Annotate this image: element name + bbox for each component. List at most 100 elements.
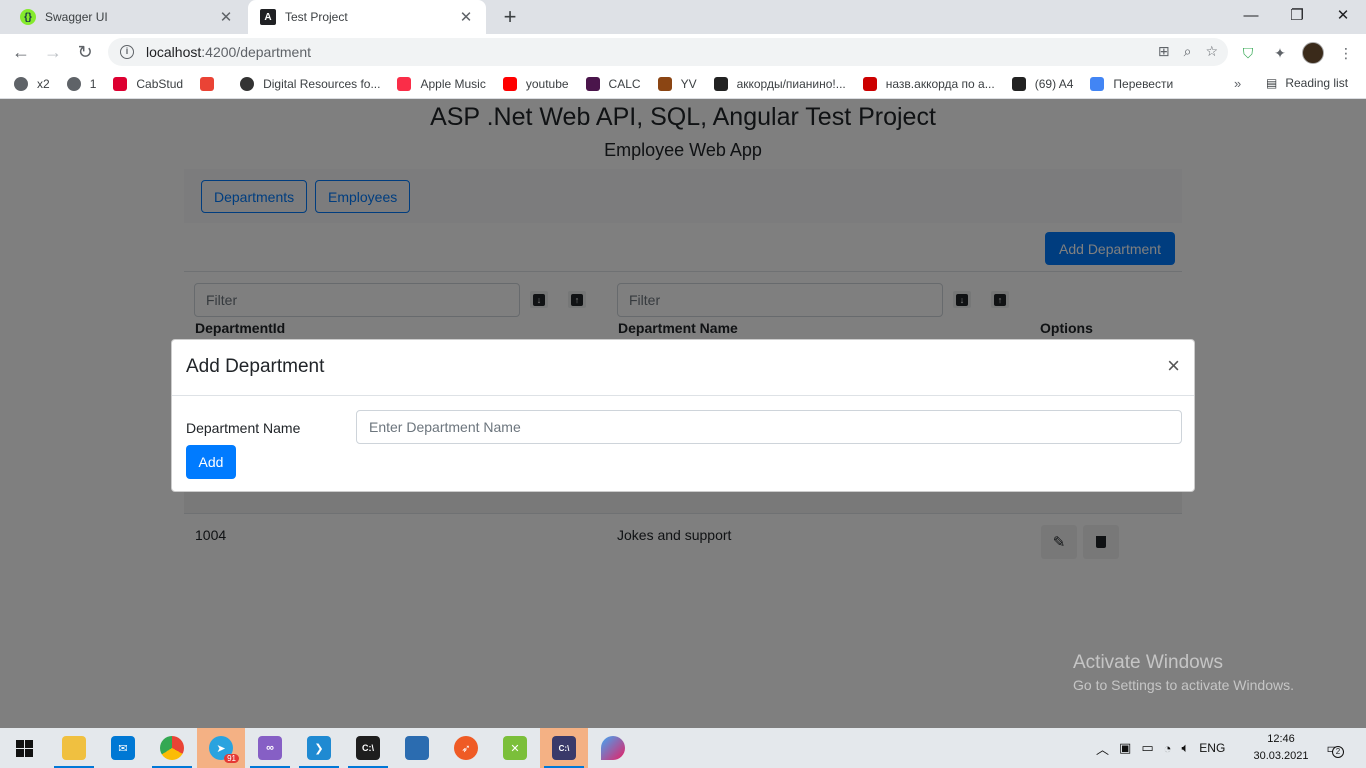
address-bar[interactable]: i localhost:4200/department ⊞ ⌕ ☆ (108, 38, 1228, 66)
bookmark-label: назв.аккорда по а... (885, 77, 995, 91)
bible-icon (657, 77, 672, 91)
close-window-button[interactable]: ✕ (1320, 0, 1366, 30)
zoom-icon[interactable]: ⌕ (1184, 43, 1192, 60)
modal-header: Add Department × (172, 340, 1194, 396)
bookmark-label: YV (680, 77, 697, 91)
chord-icon (862, 77, 877, 91)
close-tab-icon[interactable]: ✕ (458, 8, 474, 26)
bookmark-item[interactable]: назв.аккорда по а... (862, 77, 995, 91)
wifi-icon[interactable]: ◔ (1164, 741, 1172, 756)
taskbar-tool[interactable]: ✕ (491, 728, 539, 768)
bookmark-item[interactable]: Apple Music (397, 77, 486, 91)
bookmark-star-icon[interactable]: ☆ (1205, 43, 1218, 60)
barcode-icon (1011, 77, 1026, 91)
reload-icon[interactable]: ↻ (72, 40, 98, 64)
minimize-button[interactable]: — (1228, 0, 1274, 30)
bookmark-item[interactable]: Digital Resources fo... (240, 77, 380, 91)
bookmark-item[interactable]: youtube (502, 77, 569, 91)
music-icon (397, 77, 412, 91)
tab-strip: {} Swagger UI ✕ A Test Project ✕ + — ❐ ✕ (0, 0, 1366, 34)
bookmark-label: x2 (37, 77, 50, 91)
clock-date: 30.03.2021 (1253, 750, 1309, 762)
forward-icon[interactable]: → (40, 40, 66, 64)
paint-icon (601, 736, 625, 760)
terminal-icon: C:\ (356, 736, 380, 760)
bookmarks-bar: x2 1 CabStud Digital Resources fo... Apple M… (0, 70, 1366, 98)
taskbar-mail[interactable]: ✉ (99, 728, 147, 768)
folder-icon (62, 736, 86, 760)
slack-icon (585, 77, 600, 91)
menu-dots-icon[interactable]: ⋮ (1336, 43, 1356, 63)
taskbar-paint[interactable] (589, 728, 637, 768)
taskbar-console-app[interactable]: C:\ (540, 728, 588, 768)
visual-studio-icon: ∞ (258, 736, 282, 760)
add-button[interactable]: Add (186, 445, 236, 479)
globe-icon (66, 77, 81, 91)
piano-icon (713, 77, 728, 91)
bookmark-item[interactable]: Перевести (1090, 77, 1173, 91)
app-icon (405, 736, 429, 760)
page-content: ASP .Net Web API, SQL, Angular Test Proj… (0, 99, 1366, 728)
system-tray: ︿ ▣ ▭ ◔ 🔈︎ ENG (1096, 728, 1225, 768)
close-icon[interactable]: × (1167, 355, 1180, 377)
bookmark-item[interactable] (200, 77, 223, 91)
angular-icon: A (260, 9, 276, 25)
tab-swagger-ui[interactable]: {} Swagger UI ✕ (8, 0, 246, 34)
profile-avatar[interactable] (1302, 42, 1324, 64)
globe-icon (14, 77, 28, 91)
modal-title: Add Department (186, 356, 325, 377)
activate-windows-text: Go to Settings to activate Windows. (1073, 677, 1294, 693)
bookmark-label: CALC (608, 77, 641, 91)
clock-time: 12:46 (1267, 733, 1295, 745)
tab-title: Test Project (285, 10, 348, 24)
taskbar-terminal[interactable]: C:\ (344, 728, 392, 768)
bookmark-item[interactable]: YV (657, 77, 697, 91)
browser-toolbar: ← → ↻ i localhost:4200/department ⊞ ⌕ ☆ … (0, 34, 1366, 70)
bookmark-item[interactable]: (69) A4 (1011, 77, 1073, 91)
new-tab-button[interactable]: + (498, 5, 522, 29)
taskbar-visual-studio[interactable]: ∞ (246, 728, 294, 768)
department-name-input[interactable] (356, 410, 1182, 444)
language-indicator[interactable]: ENG (1199, 741, 1225, 755)
bookmark-label: Apple Music (420, 77, 486, 91)
tool-icon: ✕ (503, 736, 527, 760)
taskbar-postman[interactable]: ➶ (442, 728, 490, 768)
clock[interactable]: 12:46 30.03.2021 (1253, 731, 1309, 765)
bookmark-label: CabStud (136, 77, 184, 91)
volume-icon[interactable]: 🔈︎ (1181, 740, 1189, 756)
globe-icon (240, 77, 255, 91)
extensions-puzzle-icon[interactable]: ✦ (1270, 43, 1290, 63)
tab-test-project[interactable]: A Test Project ✕ (248, 0, 486, 34)
bookmark-label: youtube (525, 77, 569, 91)
restore-button[interactable]: ❐ (1274, 0, 1320, 30)
back-icon[interactable]: ← (8, 40, 34, 64)
bookmark-label: аккорды/пианино!... (736, 77, 846, 91)
battery-icon[interactable]: ▭ (1141, 740, 1153, 756)
translate-icon[interactable]: ⊞ (1158, 43, 1170, 60)
reading-list-button[interactable]: ▤ Reading list (1266, 76, 1348, 90)
more-bookmarks-icon[interactable]: » (1234, 76, 1241, 91)
url-text: localhost:4200/department (146, 44, 312, 60)
shield-extension-icon[interactable]: ⛉ (1238, 43, 1258, 63)
taskbar-file-explorer[interactable] (50, 728, 98, 768)
tab-title: Swagger UI (45, 10, 108, 24)
bookmark-item[interactable]: CALC (585, 77, 641, 91)
start-button[interactable] (0, 728, 48, 768)
vscode-icon: ❯ (307, 736, 331, 760)
close-tab-icon[interactable]: ✕ (218, 8, 234, 26)
chevron-up-icon[interactable]: ︿ (1096, 739, 1109, 758)
notifications-button[interactable]: ▭ 2 (1322, 738, 1344, 758)
activate-windows-title: Activate Windows (1073, 652, 1223, 673)
bookmark-item[interactable]: 1 (66, 77, 97, 91)
reading-list-icon: ▤ (1266, 76, 1278, 90)
taskbar-app[interactable] (393, 728, 441, 768)
taskbar-telegram[interactable]: ➤ 91 (197, 728, 245, 768)
taskbar-vscode[interactable]: ❯ (295, 728, 343, 768)
bookmark-item[interactable]: x2 (14, 77, 50, 91)
taskbar-chrome[interactable] (148, 728, 196, 768)
bookmark-label: 1 (89, 77, 97, 91)
site-info-icon[interactable]: i (120, 45, 134, 59)
network-app-icon[interactable]: ▣ (1119, 740, 1131, 756)
bookmark-item[interactable]: аккорды/пианино!... (713, 77, 846, 91)
bookmark-item[interactable]: CabStud (113, 77, 183, 91)
